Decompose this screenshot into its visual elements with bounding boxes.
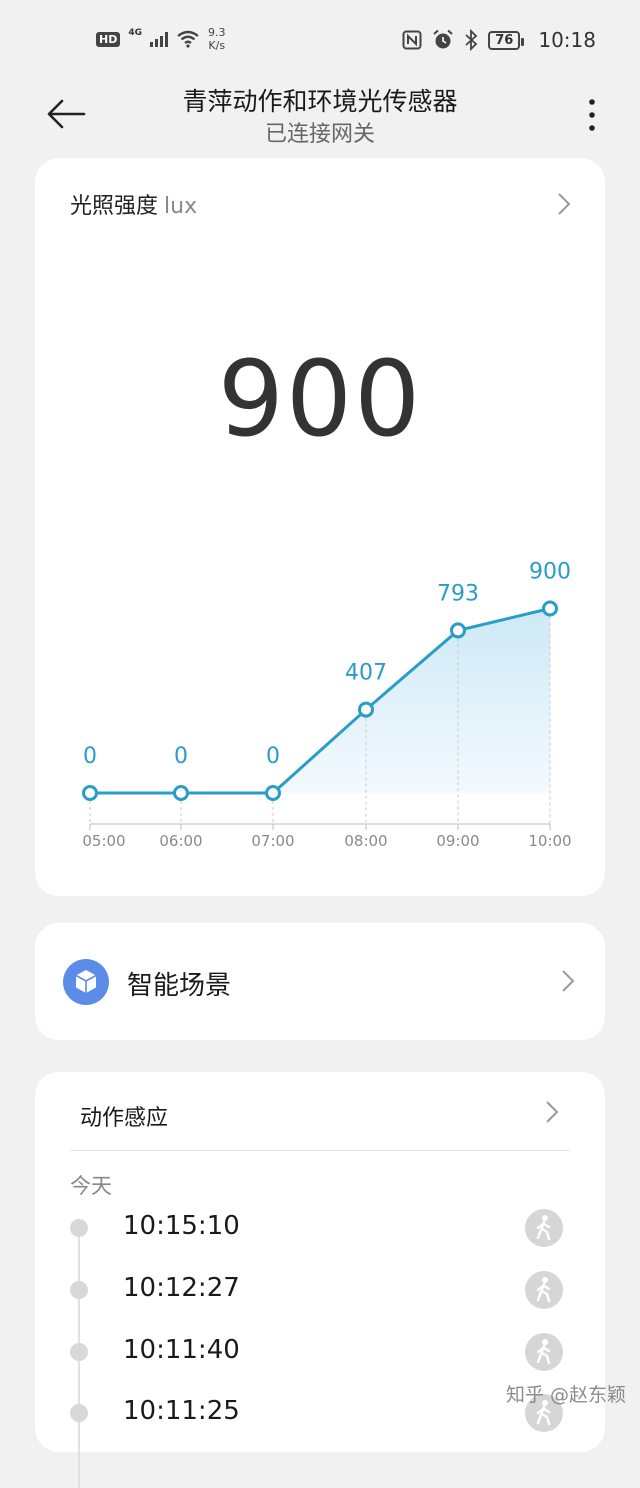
alarm-icon xyxy=(433,29,453,49)
battery-icon: 76 xyxy=(488,30,525,50)
data-label: 900 xyxy=(529,560,571,585)
divider xyxy=(70,1150,570,1151)
timeline-dot xyxy=(70,1343,88,1361)
data-label: 407 xyxy=(345,661,387,686)
connection-status: 已连接网关 xyxy=(264,122,375,147)
x-tick-label: 08:00 xyxy=(344,832,387,850)
event-time: 10:12:27 xyxy=(123,1273,240,1303)
signal-icon xyxy=(150,31,168,47)
network-type: 4G xyxy=(128,28,142,38)
light-intensity-label: 光照强度 xyxy=(70,194,159,219)
data-point xyxy=(358,701,374,718)
motion-event[interactable]: 10:11:40 xyxy=(35,1327,605,1377)
network-speed: 9.3 K/s xyxy=(208,26,226,52)
current-lux-value: 900 xyxy=(217,338,423,460)
bluetooth-icon xyxy=(465,29,478,51)
x-tick-label: 05:00 xyxy=(82,832,125,850)
data-label: 0 xyxy=(174,744,188,769)
clock: 10:18 xyxy=(538,28,596,52)
more-options-icon[interactable] xyxy=(586,98,598,132)
app-header: 青萍动作和环境光传感器 已连接网关 xyxy=(0,80,640,156)
x-tick-label: 07:00 xyxy=(251,832,294,850)
event-time: 10:15:10 xyxy=(123,1211,240,1241)
chevron-right-icon[interactable] xyxy=(557,192,571,216)
cube-icon xyxy=(63,959,109,1005)
lux-line-chart: 0 05:00 0 06:00 0 07:00 407 08:00 793 09:00 900 10:… xyxy=(82,560,572,850)
data-point xyxy=(173,785,189,801)
day-label: 今天 xyxy=(70,1174,112,1198)
status-bar: HD 4G 9.3 K/s 76 10:18 xyxy=(0,0,640,80)
motion-title: 动作感应 xyxy=(80,1106,169,1131)
walking-person-icon xyxy=(525,1271,563,1309)
timeline-dot xyxy=(70,1219,88,1237)
smart-scene-card[interactable]: 智能场景 xyxy=(35,923,605,1040)
data-point xyxy=(542,600,558,617)
smart-scene-label: 智能场景 xyxy=(127,971,232,1001)
data-point xyxy=(82,785,98,801)
motion-event[interactable]: 10:15:10 xyxy=(35,1203,605,1253)
walking-person-icon xyxy=(525,1209,563,1247)
wifi-icon xyxy=(177,30,199,48)
light-intensity-header: 光照强度 lux xyxy=(70,188,197,220)
nfc-icon xyxy=(402,30,422,50)
x-tick-label: 09:00 xyxy=(436,832,479,850)
data-point xyxy=(450,622,466,639)
walking-person-icon xyxy=(525,1333,563,1371)
light-intensity-card[interactable]: 光照强度 lux 900 0 05:00 0 06:00 0 07:00 407 08:00 79… xyxy=(35,158,605,896)
chevron-right-icon[interactable] xyxy=(545,1100,559,1124)
x-tick-label: 06:00 xyxy=(159,832,202,850)
light-unit: lux xyxy=(164,194,198,219)
event-time: 10:11:40 xyxy=(123,1335,240,1365)
watermark: 知乎 @赵东颖 xyxy=(506,1384,627,1406)
hd-badge: HD xyxy=(96,31,121,47)
page-title: 青萍动作和环境光传感器 xyxy=(182,87,458,116)
timeline-dot xyxy=(70,1404,88,1422)
timeline-dot xyxy=(70,1281,88,1299)
data-point xyxy=(265,785,281,801)
chart-area-fill xyxy=(90,608,550,793)
motion-event[interactable]: 10:12:27 xyxy=(35,1265,605,1315)
chevron-right-icon[interactable] xyxy=(561,969,575,993)
data-label: 0 xyxy=(266,744,280,769)
data-label: 793 xyxy=(437,581,479,606)
x-tick-label: 10:00 xyxy=(528,832,571,850)
data-label: 0 xyxy=(83,744,97,769)
